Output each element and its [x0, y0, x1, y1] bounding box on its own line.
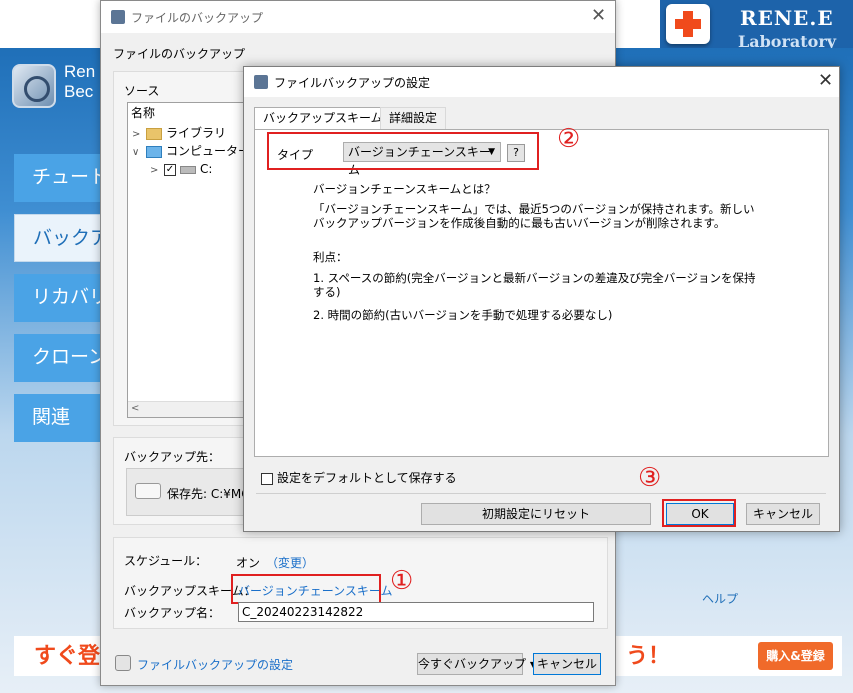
library-folder-icon: [146, 127, 162, 140]
hard-drive-icon: [135, 483, 161, 499]
drive-icon: [180, 165, 196, 174]
highlight-box-2: [267, 132, 539, 170]
scheme-panel: タイプ バージョンチェーンスキーム ▼ ? ② バージョンチェーンスキームとは？ …: [254, 124, 829, 457]
merits-label: 利点：: [313, 250, 348, 264]
chevron-right-icon[interactable]: >: [150, 162, 164, 180]
window-titlebar: ファイルのバックアップ ✕: [101, 1, 615, 33]
app-icon: [111, 10, 125, 24]
backup-name-input[interactable]: C_20240223142822: [238, 602, 594, 622]
tree-item-drive-c[interactable]: > ✓ C:: [150, 160, 212, 178]
nav-related[interactable]: 関連: [14, 394, 106, 442]
schedule-value: オン: [236, 556, 261, 570]
nav-tutorial[interactable]: チュートリ: [14, 154, 106, 202]
cancel-button[interactable]: キャンセル: [533, 653, 601, 675]
backup-settings-dialog: ファイルバックアップの設定 ✕ バックアップスキーム 詳細設定 タイプ バージョ…: [243, 66, 840, 532]
backup-name-label: バックアップ名：: [124, 606, 221, 620]
save-default-checkbox[interactable]: 設定をデフォルトとして保存する: [261, 469, 457, 486]
schedule-label: スケジュール：: [124, 554, 208, 568]
dialog-title: ファイルバックアップの設定: [274, 76, 431, 90]
help-link[interactable]: ヘルプ: [702, 590, 738, 607]
highlight-box-3: [662, 499, 736, 527]
page-heading: ファイルのバックアップ: [113, 47, 246, 61]
computer-icon: [146, 145, 162, 158]
nav-clone[interactable]: クローン: [14, 334, 106, 382]
settings-icon[interactable]: [115, 655, 131, 671]
source-label: ソース: [124, 84, 160, 98]
nav-backup[interactable]: バックア: [14, 214, 106, 262]
app-logo-icon: [12, 64, 56, 108]
promo-text-left: すぐ登: [34, 643, 101, 668]
tree-item-library[interactable]: > ライブラリ: [132, 124, 226, 142]
tree-header: 名称: [131, 106, 156, 120]
promo-text-right: う！: [626, 643, 671, 668]
drive-checkbox[interactable]: ✓: [164, 163, 176, 176]
tab-backup-scheme[interactable]: バックアップスキーム: [254, 107, 392, 130]
brand-name: RENE.E: [740, 6, 834, 30]
buy-register-button[interactable]: 購入&登録: [758, 642, 833, 670]
merit-2: 2. 時間の節約(古いバージョンを手動で処理する必要なし): [313, 308, 613, 322]
close-icon[interactable]: ✕: [591, 5, 606, 26]
reset-defaults-button[interactable]: 初期設定にリセット: [421, 503, 651, 525]
schedule-change-link[interactable]: （変更）: [266, 554, 314, 571]
chevron-down-icon[interactable]: ∨: [132, 144, 146, 162]
tab-advanced[interactable]: 詳細設定: [380, 107, 447, 129]
close-icon[interactable]: ✕: [818, 70, 833, 91]
cancel-button[interactable]: キャンセル: [746, 503, 820, 525]
destination-value: 保存先: C:¥MC: [167, 487, 250, 501]
schedule-group: スケジュール： オン （変更） バックアップスキーム： バージョンチェーンスキー…: [113, 537, 608, 629]
desc-body: 「バージョンチェーンスキーム」では、最近5つのバージョンが保持されます。新しいバ…: [313, 202, 755, 230]
desc-title: バージョンチェーンスキームとは？: [313, 182, 496, 196]
highlight-box-1: [231, 574, 381, 604]
merit-1: 1. スペースの節約(完全バージョンと最新バージョンの差違及び完全バージョンを保…: [313, 271, 756, 299]
window-title: ファイルのバックアップ: [131, 11, 264, 25]
checkbox-box[interactable]: [261, 472, 273, 485]
app-title: Ren Bec: [64, 62, 96, 101]
backup-now-button[interactable]: 今すぐバックアップ ▾: [417, 653, 536, 675]
dialog-app-icon: [254, 75, 268, 89]
scroll-left-icon[interactable]: <: [131, 403, 139, 414]
divider: [256, 493, 826, 494]
nav-recovery[interactable]: リカバリ: [14, 274, 106, 322]
window-footer: ファイルバックアップの設定 今すぐバックアップ ▾ キャンセル: [101, 641, 615, 687]
annotation-3: ③: [638, 463, 662, 493]
tree-item-computer[interactable]: ∨ コンピューター: [132, 142, 250, 160]
backup-settings-link[interactable]: ファイルバックアップの設定: [137, 656, 293, 673]
annotation-2: ②: [557, 124, 581, 154]
dialog-titlebar: ファイルバックアップの設定 ✕: [244, 67, 839, 97]
brand-cross-logo-icon: [666, 4, 710, 44]
destination-label: バックアップ先：: [124, 450, 221, 464]
annotation-1: ①: [390, 566, 414, 596]
